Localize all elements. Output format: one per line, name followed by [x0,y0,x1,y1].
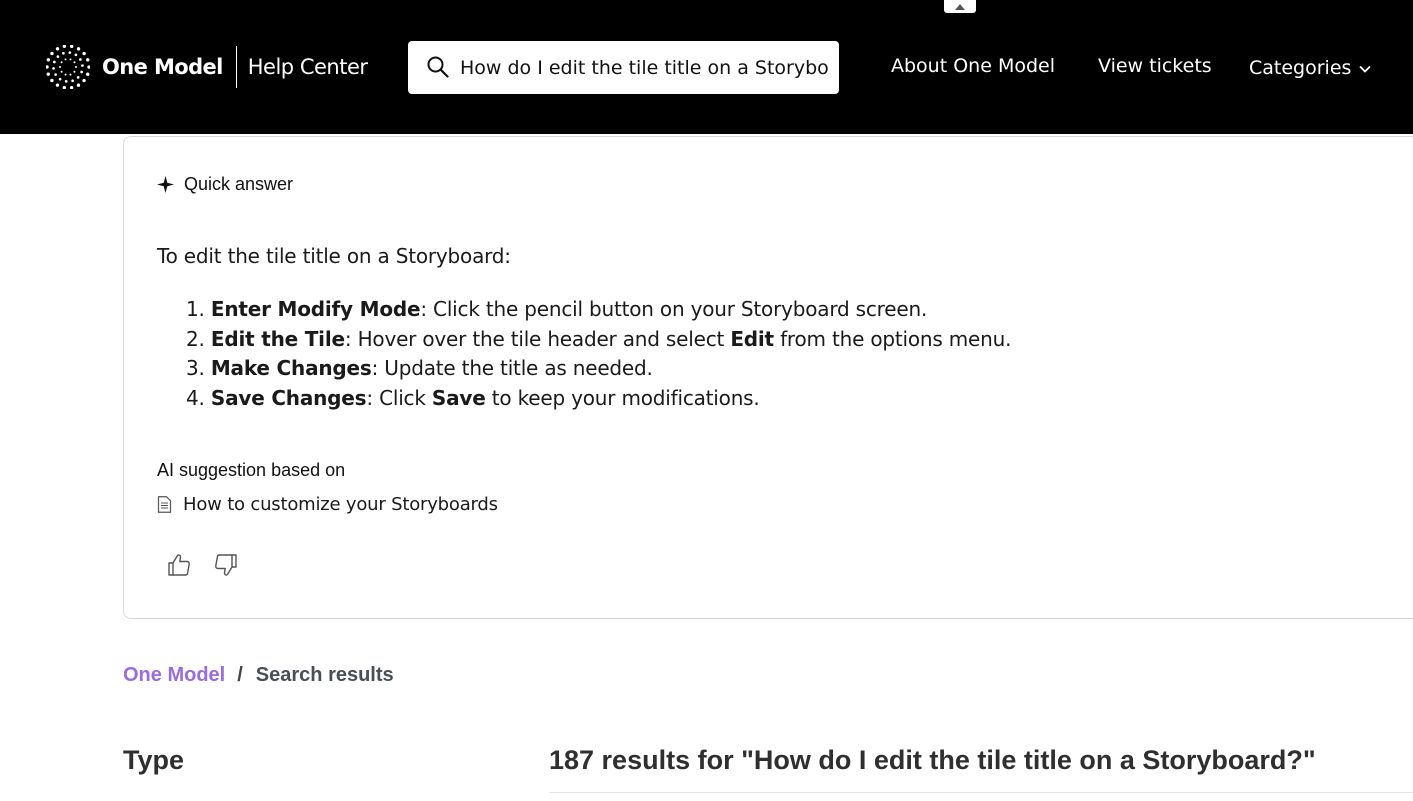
breadcrumb-separator: / [237,664,243,686]
step-text: to keep your modifications. [485,386,760,411]
logo-dot [73,61,76,64]
quick-answer-label: Quick answer [184,174,294,194]
search-icon [427,56,449,78]
logo-dot [69,73,72,76]
ai-suggestion-label: AI suggestion based on [157,460,346,480]
scroll-to-top-button[interactable] [944,0,976,13]
logo-dot [46,65,49,69]
answer-step: 1. Enter Modify Mode: Click the pencil b… [186,295,1011,325]
thumbs-up-icon[interactable] [166,552,192,578]
brand-logo[interactable]: One Model Help Center [46,45,368,89]
logo-dot [50,51,54,56]
logo-dot [69,58,72,61]
logo-dot [69,45,74,49]
sparkle-icon [157,176,174,193]
logo-dot [64,73,67,76]
step-emphasis: Save [431,386,486,411]
logo-dot [54,73,57,76]
answer-intro: To edit the tile title on a Storyboard: [157,244,511,268]
logo-dot [62,45,67,49]
step-text: : Hover over the tile header and select [344,326,731,351]
logo-dot [58,77,62,81]
logo-dot [79,58,82,61]
site-header: One Model Help Center About One Model Vi… [0,0,1413,134]
logo-dot [75,66,77,68]
logo-mark-icon [46,45,90,89]
step-text: : Update the title as needed. [371,356,653,381]
breadcrumb-home-link[interactable]: One Model [123,664,225,687]
brand-subtitle: Help Center [247,55,368,79]
logo-dot [87,65,90,69]
logo-dot [73,70,76,73]
answer-steps: 1. Enter Modify Mode: Click the pencil b… [186,295,1011,414]
document-icon [157,496,172,513]
step-emphasis: Edit [730,326,774,351]
logo-dot [86,72,90,76]
logo-dot [76,76,80,79]
logo-dot [55,83,60,87]
step-number: 1. [186,297,205,321]
answer-step: 4. Save Changes: Click Save to keep your… [186,384,1011,414]
logo-dot [56,55,60,58]
logo-dot [86,58,90,62]
source-article-link[interactable]: How to customize your Storyboards [183,494,498,515]
brand-name: One Model [102,55,223,79]
logo-dot [71,79,74,83]
step-number: 4. [186,386,205,411]
search-input[interactable] [458,41,828,94]
step-title: Make Changes [210,356,372,381]
breadcrumb: One Model / Search results [123,664,394,687]
logo-dot [80,70,83,74]
logo-dot [68,51,72,54]
logo-dot [50,78,54,83]
type-filter-heading: Type [123,745,185,775]
logo-dot [62,51,65,55]
logo-dot [62,85,67,89]
step-number: 2. [186,326,205,351]
logo-dot [76,47,81,51]
nav-about-one-model[interactable]: About One Model [891,55,1055,81]
logo-dot [60,61,63,64]
step-text: : Click the pencil button on your Storyb… [420,297,928,321]
logo-dot [69,85,74,89]
step-title: Save Changes [210,386,367,411]
logo-dot [46,72,50,76]
thumbs-down-icon[interactable] [213,552,239,578]
logo-dot [82,51,86,56]
nav-categories-dropdown[interactable]: Categories [1249,55,1372,81]
step-title: Enter Modify Mode [210,297,421,321]
quick-answer-card: Quick answer To edit the tile title on a… [123,136,1413,619]
logo-dot [64,80,68,83]
logo-dot [64,58,67,61]
results-divider [549,792,1413,793]
step-title: Edit the Tile [210,326,345,351]
caret-up-icon [955,4,965,10]
source-article[interactable]: How to customize your Storyboards [157,494,498,515]
quick-answer-header: Quick answer [157,174,293,195]
results-heading: 187 results for "How do I edit the tile … [549,745,1316,775]
brand-divider [235,46,237,88]
logo-dot [53,60,56,64]
logo-dot [46,58,50,62]
logo-dot [76,83,81,87]
logo-dot [52,67,55,70]
chevron-down-icon [1359,65,1372,73]
breadcrumb-current: Search results [255,664,394,686]
logo-dot [55,47,60,51]
search-box [408,41,839,94]
step-number: 3. [186,356,205,381]
answer-step: 2. Edit the Tile: Hover over the tile he… [186,325,1011,355]
logo-dot [81,64,84,67]
logo-dot [60,70,63,73]
step-text: : Click [366,386,432,411]
nav-view-tickets[interactable]: View tickets [1098,55,1212,81]
logo-dot [59,66,61,68]
answer-step: 3. Make Changes: Update the title as nee… [186,354,1011,384]
step-text: from the options menu. [773,326,1012,351]
logo-dot [74,53,78,57]
nav-categories-label: Categories [1249,57,1352,79]
logo-dot [82,78,86,83]
